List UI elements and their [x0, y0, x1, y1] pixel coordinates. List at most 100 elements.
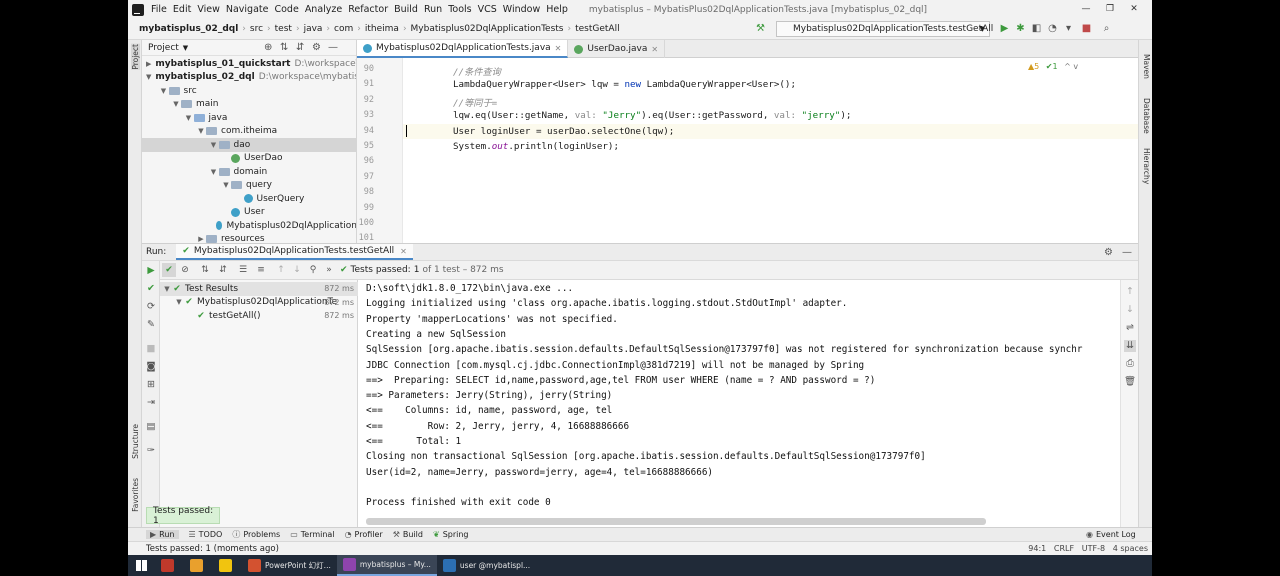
menu-item-edit[interactable]: Edit — [170, 4, 194, 15]
menu-item-code[interactable]: Code — [271, 4, 301, 15]
expand-all-icon[interactable]: ⇅ — [280, 42, 288, 53]
camera-icon[interactable]: ◙ — [145, 361, 157, 373]
menu-item-view[interactable]: View — [194, 4, 223, 15]
menu-item-build[interactable]: Build — [391, 4, 421, 15]
chevron-down-icon[interactable]: ▼ — [162, 285, 172, 293]
more-run-icon[interactable]: ▾ — [1062, 22, 1075, 35]
search-everywhere-icon[interactable]: ⌕ — [1100, 22, 1113, 35]
terminal-tool-button[interactable]: ▭ Terminal — [290, 530, 334, 539]
restore-layout-icon[interactable]: ⊞ — [145, 379, 157, 391]
coverage-icon[interactable]: ◧ — [1030, 22, 1043, 35]
toggle-auto-test-icon[interactable]: ⟳ — [145, 301, 157, 313]
project-tool-tab[interactable]: Project — [131, 44, 140, 70]
collapse-all-icon[interactable]: ⇵ — [296, 42, 304, 53]
problems-tool-button[interactable]: ⓘ Problems — [232, 529, 280, 540]
minimize-icon[interactable]: — — [1080, 3, 1092, 15]
expand-all-icon[interactable]: ☰ — [236, 265, 250, 275]
exit-icon[interactable]: ⇥ — [145, 397, 157, 409]
editor-tab[interactable]: Mybatisplus02DqlApplicationTests.java ✕ — [357, 40, 569, 58]
gear-icon[interactable]: ⚙ — [1104, 247, 1113, 258]
console-output[interactable]: D:\soft\jdk1.8.0_172\bin\java.exe ... Log… — [358, 280, 1120, 530]
chevron-right-icon[interactable]: » — [322, 265, 336, 275]
favorites-tool-tab[interactable]: Favorites — [131, 478, 140, 512]
chevron-right-icon[interactable]: ▶ — [146, 60, 151, 68]
rerun-icon[interactable]: ▶ — [145, 265, 157, 277]
maven-tool-tab[interactable]: Maven — [1142, 54, 1151, 79]
rerun-failed-icon[interactable]: ✔ — [145, 283, 157, 295]
chevron-down-icon[interactable]: ▼ — [183, 44, 188, 52]
menu-item-tools[interactable]: Tools — [445, 4, 474, 15]
project-tree-item[interactable]: ▼ query — [142, 179, 356, 193]
project-tree-item[interactable]: ▼ mybatisplus_02_dql D:\workspace\mybatisp — [142, 71, 356, 85]
sort-alpha-icon[interactable]: ⇅ — [198, 265, 212, 275]
hierarchy-tool-tab[interactable]: Hierarchy — [1142, 148, 1151, 184]
project-tree-item[interactable]: ▼ com.itheima — [142, 125, 356, 139]
taskbar-app[interactable]: user @mybatispl... — [437, 555, 536, 576]
taskbar-app[interactable] — [213, 555, 242, 576]
spring-tool-button[interactable]: ❦ Spring — [433, 530, 469, 539]
next-failed-icon[interactable]: ↓ — [290, 265, 304, 275]
chevron-down-icon[interactable]: ▼ — [209, 168, 219, 176]
close-tab-icon[interactable]: ✕ — [555, 44, 562, 53]
gear-icon[interactable]: ⚙ — [312, 42, 321, 53]
up-arrow-icon[interactable]: ↑ — [1124, 286, 1136, 298]
build-tool-button[interactable]: ⚒ Build — [393, 530, 423, 539]
chevron-right-icon[interactable]: ▶ — [196, 235, 206, 243]
debug-icon[interactable]: ✱ — [1014, 22, 1027, 35]
sort-duration-icon[interactable]: ⇵ — [216, 265, 230, 275]
show-ignored-icon[interactable]: ⊘ — [178, 263, 192, 277]
project-tree-item[interactable]: ▼ main — [142, 98, 356, 112]
trash-icon[interactable]: 🗑 — [1124, 376, 1136, 388]
chevron-down-icon[interactable]: ▼ — [221, 181, 231, 189]
database-tool-tab[interactable]: Database — [1142, 98, 1151, 134]
project-tree-item[interactable]: ▼ java — [142, 111, 356, 125]
todo-tool-button[interactable]: ☰ TODO — [189, 530, 223, 539]
console-horizontal-scrollbar[interactable] — [366, 518, 986, 525]
build-hammer-icon[interactable]: ⚒ — [754, 22, 767, 35]
chevron-down-icon[interactable]: ▼ — [174, 298, 184, 306]
scroll-to-end-icon[interactable]: ⇊ — [1124, 340, 1136, 352]
code-editor[interactable]: 90 91 92 93 94 95 96 97 98 99 100 101 //条件查询 LambdaQ… — [357, 58, 1138, 243]
menu-item-vcs[interactable]: VCS — [475, 4, 500, 15]
run-configuration-dropdown[interactable]: Mybatisplus02DqlApplicationTests.testGet… — [776, 21, 993, 37]
breadcrumb-item[interactable]: Mybatisplus02DqlApplicationTests — [408, 24, 567, 34]
code-line[interactable]: System.out.println(loginUser); — [453, 141, 619, 152]
breadcrumb-item[interactable]: mybatisplus_02_dql — [136, 24, 241, 34]
caret-position[interactable]: 94:1 — [1028, 544, 1046, 553]
chevron-down-icon[interactable]: ▼ — [159, 87, 169, 95]
show-passed-icon[interactable]: ✔ — [162, 263, 176, 277]
close-tab-icon[interactable]: ✕ — [651, 45, 658, 54]
code-line[interactable]: LambdaQueryWrapper<User> lqw = new Lambd… — [453, 79, 796, 90]
locate-icon[interactable]: ⊕ — [264, 42, 272, 53]
taskbar-app[interactable] — [155, 555, 184, 576]
structure-tool-tab[interactable]: Structure — [131, 424, 140, 459]
taskbar-app[interactable] — [184, 555, 213, 576]
indent-setting[interactable]: 4 spaces — [1113, 544, 1148, 553]
down-arrow-icon[interactable]: ↓ — [1124, 304, 1136, 316]
soft-wrap-icon[interactable]: ⇌ — [1124, 322, 1136, 334]
editor-tab[interactable]: UserDao.java ✕ — [568, 40, 666, 58]
project-tree-item[interactable]: ▼ domain — [142, 165, 356, 179]
start-button[interactable] — [128, 555, 155, 576]
code-line[interactable]: lqw.eq(User::getName, val: "Jerry").eq(U… — [453, 110, 851, 121]
pin-icon[interactable]: ✑ — [145, 445, 157, 457]
chevron-down-icon[interactable]: v — [1073, 62, 1078, 71]
breadcrumb-item[interactable]: java — [301, 24, 326, 34]
chevron-down-icon[interactable]: ▼ — [184, 114, 194, 122]
breadcrumb-item[interactable]: com — [331, 24, 356, 34]
code-line[interactable]: User loginUser = userDao.selectOne(lqw); — [453, 126, 674, 137]
wrench-icon[interactable]: ✎ — [145, 319, 157, 331]
chevron-up-icon[interactable]: ^ — [1064, 62, 1071, 71]
stop-icon[interactable]: ■ — [145, 343, 157, 355]
test-result-item[interactable]: ▼ ✔ Mybatisplus02DqlApplicationTe 872 ms — [160, 296, 358, 310]
project-tree-item[interactable]: UserDao — [142, 152, 356, 166]
breadcrumb-item[interactable]: testGetAll — [572, 24, 622, 34]
hide-icon[interactable]: — — [1122, 247, 1132, 258]
tests-passed-notification[interactable]: Tests passed: 1 — [146, 506, 220, 526]
previous-failed-icon[interactable]: ↑ — [274, 265, 288, 275]
collapse-all-icon[interactable]: ≡ — [254, 265, 268, 275]
line-separator[interactable]: CRLF — [1054, 544, 1074, 553]
test-result-item[interactable]: ▼ ✔ Test Results 872 ms — [160, 282, 358, 296]
test-result-item[interactable]: ✔ testGetAll() 872 ms — [160, 309, 358, 323]
menu-item-file[interactable]: File — [148, 4, 170, 15]
